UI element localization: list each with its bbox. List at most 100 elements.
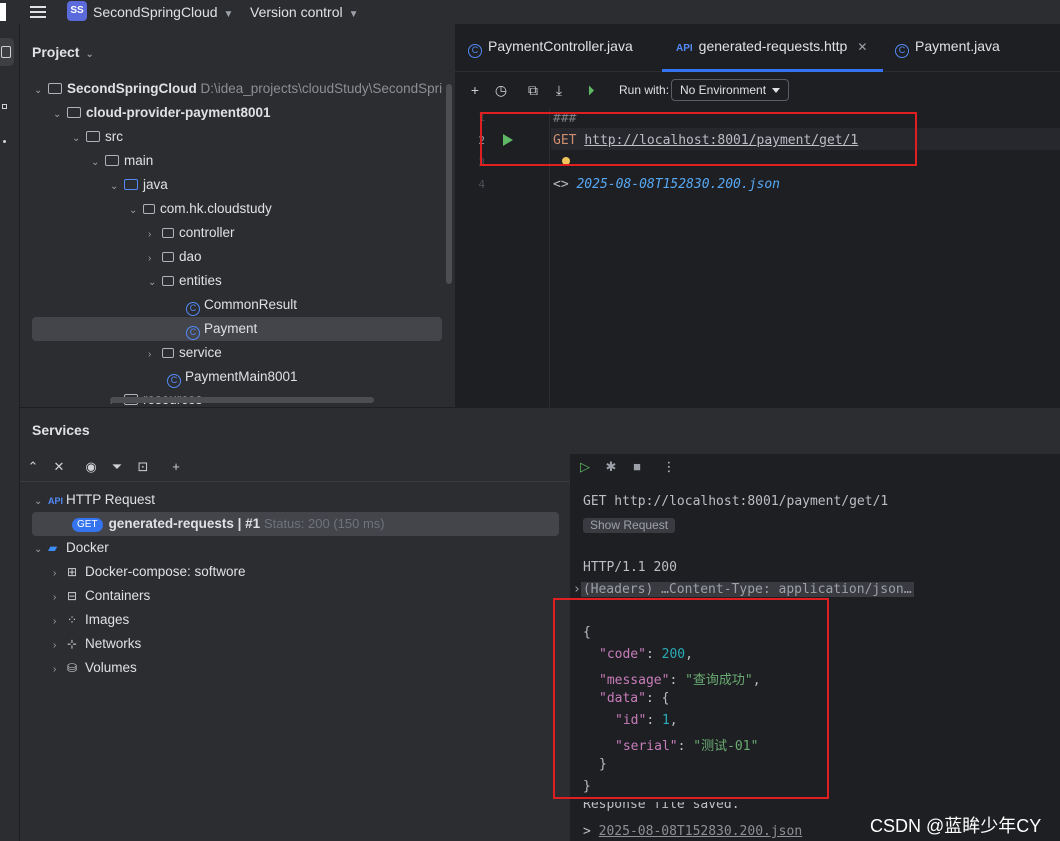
eye-icon[interactable]: ◉ bbox=[83, 459, 99, 475]
chevron-right-icon: › bbox=[148, 349, 152, 360]
chevron-down-icon: ⌄ bbox=[34, 544, 43, 555]
highlight-box bbox=[553, 598, 829, 799]
more-options-icon[interactable]: ⋮ bbox=[661, 459, 677, 475]
tab-label: Payment.java bbox=[915, 38, 1000, 54]
new-group-icon[interactable]: ⊡ bbox=[135, 459, 151, 475]
history-icon[interactable]: ◷ bbox=[493, 82, 509, 98]
services-item-docker[interactable]: ⌄ ▰ Docker bbox=[34, 536, 109, 560]
import-icon[interactable]: ⤓ bbox=[551, 82, 567, 98]
response-toolbar: ▷ ✱ ■ ⋮ bbox=[571, 454, 1060, 482]
folder-icon bbox=[105, 155, 119, 166]
chevron-down-icon: ⌄ bbox=[110, 181, 119, 192]
tree-item-payment[interactable]: C Payment bbox=[186, 317, 257, 341]
project-panel-header[interactable]: Project ⌄ bbox=[32, 44, 94, 60]
left-tool-strip bbox=[0, 24, 20, 841]
tree-item-src[interactable]: ⌄ src bbox=[72, 125, 123, 149]
tree-item-label: service bbox=[179, 345, 222, 360]
filter-icon[interactable]: ⏷ bbox=[109, 459, 125, 475]
stop-icon[interactable]: ■ bbox=[629, 459, 645, 475]
tree-item-label: cloud-provider-payment8001 bbox=[86, 105, 271, 120]
code-line-4[interactable]: <> 2025-08-08T152830.200.json bbox=[553, 177, 780, 192]
response-headers[interactable]: › (Headers) …Content-Type: application/js… bbox=[573, 582, 914, 597]
services-item-networks[interactable]: › ⊹ Networks bbox=[53, 632, 141, 656]
services-item-label: Volumes bbox=[85, 660, 137, 675]
tree-item-label: SecondSpringCloud bbox=[67, 81, 197, 96]
tab-label: generated-requests.http bbox=[698, 38, 848, 54]
tree-item-package[interactable]: ⌄ com.hk.cloudstudy bbox=[129, 197, 272, 221]
tree-item-label: dao bbox=[179, 249, 202, 264]
project-name: SecondSpringCloud bbox=[93, 4, 218, 20]
chevron-down-icon bbox=[772, 88, 780, 93]
services-item-docker-compose[interactable]: › ⊞ Docker-compose: softwore bbox=[53, 560, 246, 584]
tree-item-commonresult[interactable]: C CommonResult bbox=[186, 293, 297, 317]
tree-item-java[interactable]: ⌄ java bbox=[110, 173, 168, 197]
docker-icon: ▰ bbox=[48, 541, 58, 555]
run-with-label: Run with: bbox=[619, 83, 670, 97]
folder-icon[interactable] bbox=[1, 46, 11, 58]
response-file-link[interactable]: 2025-08-08T152830.200.json bbox=[576, 177, 780, 192]
services-item-images[interactable]: › ⁘ Images bbox=[53, 608, 129, 632]
run-all-icon[interactable]: ⏵ bbox=[583, 82, 599, 98]
tree-item-controller[interactable]: › controller bbox=[148, 221, 235, 245]
services-item-volumes[interactable]: › ⛁ Volumes bbox=[53, 656, 137, 680]
package-icon bbox=[162, 252, 174, 262]
tree-item-label: CommonResult bbox=[204, 297, 298, 312]
expand-all-icon[interactable]: ⌃ bbox=[25, 459, 41, 475]
tree-item-root[interactable]: ⌄ SecondSpringCloud D:\idea_projects\clou… bbox=[34, 77, 442, 101]
services-item-generated-requests[interactable]: GET generated-requests | #1 Status: 200 (… bbox=[72, 512, 385, 536]
source-folder-icon bbox=[124, 179, 138, 190]
saved-file-link[interactable]: 2025-08-08T152830.200.json bbox=[599, 824, 803, 839]
spring-boot-class-icon: C bbox=[167, 374, 181, 388]
project-switcher[interactable]: SecondSpringCloud ▼ bbox=[93, 4, 233, 20]
more-icon[interactable] bbox=[3, 140, 6, 143]
tab-payment-java[interactable]: C Payment.java bbox=[895, 38, 1000, 60]
run-icon[interactable]: ▷ bbox=[577, 459, 593, 475]
services-item-http-request[interactable]: ⌄ API HTTP Request bbox=[34, 488, 155, 512]
project-badge[interactable]: SS bbox=[67, 1, 87, 21]
version-control-label: Version control bbox=[250, 4, 343, 20]
tree-item-service[interactable]: › service bbox=[148, 341, 222, 365]
tree-item-entities[interactable]: ⌄ entities bbox=[148, 269, 222, 293]
chevron-right-icon: › bbox=[148, 229, 152, 240]
title-bar: SS SecondSpringCloud ▼ Version control ▼ bbox=[0, 0, 1060, 24]
environment-select[interactable]: No Environment bbox=[671, 79, 789, 101]
chevron-down-icon: ⌄ bbox=[34, 85, 43, 96]
close-icon[interactable]: ✕ bbox=[857, 40, 867, 54]
api-icon: API bbox=[48, 496, 64, 506]
collapse-all-icon[interactable]: ✕ bbox=[51, 459, 67, 475]
http-file-icon: API bbox=[676, 43, 693, 54]
environment-value: No Environment bbox=[680, 83, 767, 97]
watermark: CSDN @蓝眸少年CY bbox=[870, 816, 1042, 836]
response-saved-text: Response file saved. bbox=[583, 802, 740, 812]
tab-payment-controller[interactable]: C PaymentController.java bbox=[468, 38, 633, 60]
structure-icon[interactable] bbox=[2, 104, 7, 109]
vertical-scrollbar[interactable] bbox=[446, 84, 452, 284]
services-item-label: Docker-compose: softwore bbox=[85, 564, 246, 579]
tree-item-main[interactable]: ⌄ main bbox=[91, 149, 153, 173]
class-icon: C bbox=[186, 326, 200, 340]
show-request-button[interactable]: Show Request bbox=[583, 517, 676, 533]
services-item-containers[interactable]: › ⊟ Containers bbox=[53, 584, 150, 608]
tree-item-paymentmain[interactable]: C PaymentMain8001 bbox=[167, 365, 298, 389]
app-logo-icon bbox=[0, 3, 6, 21]
tree-item-path: D:\idea_projects\cloudStudy\SecondSpri bbox=[200, 81, 443, 96]
tree-item-dao[interactable]: › dao bbox=[148, 245, 202, 269]
tree-item-label: main bbox=[124, 153, 154, 168]
tree-item-module[interactable]: ⌄ cloud-provider-payment8001 bbox=[53, 101, 271, 125]
add-service-icon[interactable]: + bbox=[168, 459, 184, 475]
copy-icon[interactable]: ⧉ bbox=[525, 82, 541, 98]
project-panel-title: Project bbox=[32, 44, 80, 60]
horizontal-scrollbar[interactable] bbox=[110, 397, 374, 403]
class-icon: C bbox=[468, 44, 482, 58]
tab-generated-requests[interactable]: API generated-requests.http ✕ bbox=[676, 38, 867, 60]
services-item-label: Docker bbox=[66, 540, 109, 555]
chevron-down-icon: ▼ bbox=[348, 9, 359, 20]
debug-icon[interactable]: ✱ bbox=[603, 459, 619, 475]
services-item-label: Containers bbox=[85, 588, 151, 603]
chevron-down-icon: ▼ bbox=[223, 9, 234, 20]
add-icon[interactable]: + bbox=[467, 82, 483, 98]
version-control-menu[interactable]: Version control ▼ bbox=[250, 4, 359, 20]
main-menu-icon[interactable] bbox=[28, 2, 48, 22]
services-header: Services bbox=[32, 422, 90, 438]
chevron-down-icon: ⌄ bbox=[129, 205, 138, 216]
